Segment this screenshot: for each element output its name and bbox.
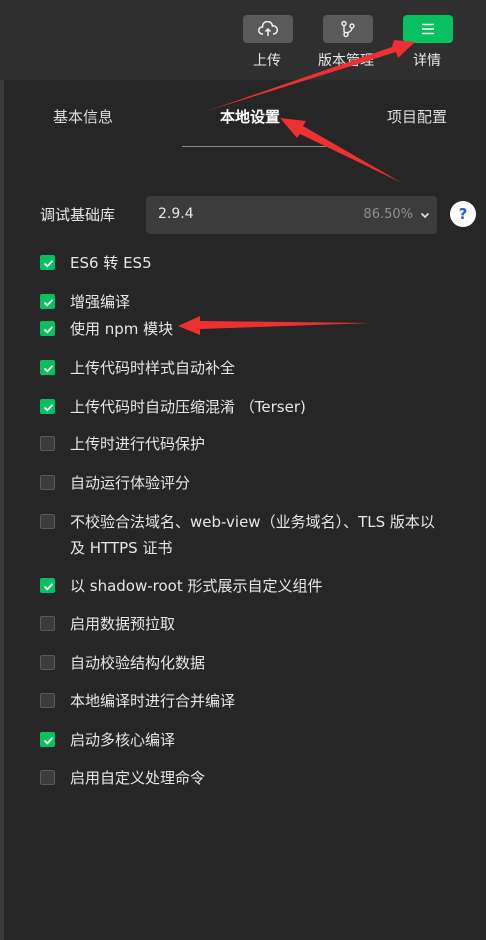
option-label: 上传代码时样式自动补全 bbox=[70, 359, 236, 377]
active-tab-indicator bbox=[182, 146, 326, 147]
option-label: 使用 npm 模块 bbox=[70, 320, 174, 338]
option-checkbox[interactable] bbox=[40, 616, 55, 631]
option-checkbox[interactable] bbox=[40, 578, 55, 593]
details-label[interactable]: 详情 bbox=[413, 50, 441, 70]
checkmark-icon bbox=[43, 299, 54, 307]
base-library-label: 调试基础库 bbox=[40, 206, 116, 224]
option-checkbox[interactable] bbox=[40, 399, 55, 414]
option-label: 启动多核心编译 bbox=[70, 731, 176, 749]
option-label: 增强编译 bbox=[70, 293, 131, 311]
top-toolbar: 上传 版本管理 详情 bbox=[0, 0, 486, 80]
version-manage-button[interactable] bbox=[323, 15, 373, 43]
option-label: 启用数据预拉取 bbox=[70, 615, 176, 633]
option-label: 本地编译时进行合并编译 bbox=[70, 692, 236, 710]
checkmark-icon bbox=[43, 260, 54, 268]
checkmark-icon bbox=[43, 326, 54, 334]
option-checkbox[interactable] bbox=[40, 693, 55, 708]
base-library-coverage: 86.50% bbox=[363, 207, 413, 222]
option-checkbox[interactable] bbox=[40, 255, 55, 270]
tab-project-config[interactable]: 项目配置 bbox=[387, 106, 447, 127]
option-label: 上传时进行代码保护 bbox=[70, 435, 206, 453]
upload-button[interactable] bbox=[243, 15, 293, 43]
option-checkbox[interactable] bbox=[40, 436, 55, 451]
branch-icon bbox=[341, 20, 355, 38]
tab-local-settings[interactable]: 本地设置 bbox=[220, 106, 280, 127]
option-label: 启用自定义处理命令 bbox=[70, 769, 206, 787]
base-library-select[interactable]: 2.9.4 86.50% bbox=[146, 196, 437, 234]
chevron-down-icon bbox=[420, 212, 430, 219]
details-panel: 基本信息 本地设置 项目配置 调试基础库 2.9.4 86.50% ? ES6 … bbox=[4, 80, 486, 940]
option-checkbox[interactable] bbox=[40, 475, 55, 490]
option-checkbox[interactable] bbox=[40, 514, 55, 529]
option-checkbox[interactable] bbox=[40, 770, 55, 785]
option-label: 以 shadow-root 形式展示自定义组件 bbox=[70, 577, 323, 595]
option-checkbox[interactable] bbox=[40, 294, 55, 309]
option-checkbox[interactable] bbox=[40, 360, 55, 375]
checkmark-icon bbox=[43, 404, 54, 412]
menu-icon bbox=[422, 23, 434, 35]
option-label: ES6 转 ES5 bbox=[70, 254, 152, 272]
option-label: 上传代码时自动压缩混淆 （Terser) bbox=[70, 398, 306, 416]
base-library-version: 2.9.4 bbox=[158, 206, 194, 222]
tab-basic-info[interactable]: 基本信息 bbox=[53, 106, 113, 127]
option-checkbox[interactable] bbox=[40, 655, 55, 670]
option-label: 自动运行体验评分 bbox=[70, 474, 191, 492]
option-label: 不校验合法域名、web-view（业务域名）、TLS 版本以及 HTTPS 证书 bbox=[70, 513, 435, 557]
checkmark-icon bbox=[43, 365, 54, 373]
checkmark-icon bbox=[43, 583, 54, 591]
option-label: 自动校验结构化数据 bbox=[70, 654, 206, 672]
cloud-upload-icon bbox=[258, 21, 278, 36]
checkmark-icon bbox=[43, 737, 54, 745]
version-manage-label[interactable]: 版本管理 bbox=[318, 50, 374, 70]
upload-label[interactable]: 上传 bbox=[253, 50, 281, 70]
option-checkbox[interactable] bbox=[40, 321, 55, 336]
help-icon[interactable]: ? bbox=[450, 201, 476, 227]
option-checkbox[interactable] bbox=[40, 732, 55, 747]
details-button[interactable] bbox=[403, 15, 453, 43]
